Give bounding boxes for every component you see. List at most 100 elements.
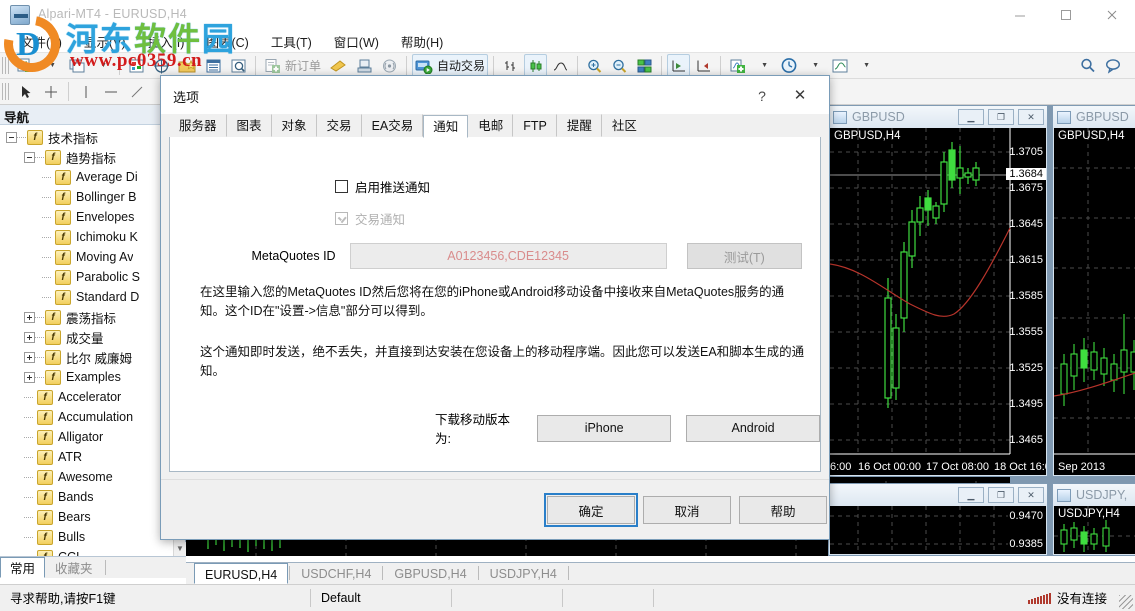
chat-icon[interactable] xyxy=(1102,54,1127,77)
chart-close-icon[interactable]: ✕ xyxy=(1018,487,1044,503)
templates-icon[interactable] xyxy=(828,54,852,77)
navigator-tree-item[interactable]: f Moving Av xyxy=(0,247,173,267)
metaquotes-id-input[interactable]: A0123456,CDE12345 xyxy=(349,243,667,269)
strategy-tester-icon[interactable] xyxy=(227,54,250,77)
navigator-tree-item[interactable]: fCCI xyxy=(0,547,173,556)
auto-scroll-icon[interactable] xyxy=(667,54,691,77)
chart-window-gbpusd[interactable]: GBPUSD ▁ ❐ ✕ GBPUSD,H4 1.3705 1.3684 1.3… xyxy=(828,105,1048,477)
candlestick-chart-icon[interactable] xyxy=(524,54,548,77)
chart-window-usdchf[interactable]: ▁ ❐ ✕ 0.9470 0.9385 xyxy=(828,483,1048,556)
help-icon[interactable]: ? xyxy=(751,85,773,107)
test-button[interactable]: 测试(T) xyxy=(686,243,802,269)
download-iphone-button[interactable]: iPhone xyxy=(537,414,672,442)
status-profile[interactable]: Default xyxy=(311,585,451,611)
tree-expand-icon[interactable] xyxy=(24,371,35,383)
autotrading-button[interactable]: 自动交易 xyxy=(412,54,489,77)
indicators-icon[interactable] xyxy=(726,54,750,77)
navigator-tree-item[interactable]: f 比尔 威廉姆 xyxy=(0,347,173,367)
crosshair-icon[interactable] xyxy=(39,80,63,103)
navigator-tree-item[interactable]: f 成交量 xyxy=(0,327,173,347)
toolbar-grip-2[interactable] xyxy=(2,81,10,102)
navigator-tree-item[interactable]: f Accumulation xyxy=(0,407,173,427)
dialog-tab-email[interactable]: 电邮 xyxy=(468,114,514,137)
navigator-tree-item[interactable]: f Accelerator xyxy=(0,387,173,407)
enable-push-row[interactable]: 启用推送通知 xyxy=(335,177,430,196)
expert-advisors-icon[interactable] xyxy=(353,54,376,77)
close-icon[interactable] xyxy=(1089,0,1135,30)
chart-canvas-usdchf[interactable]: 0.9470 0.9385 xyxy=(830,506,1046,554)
chart-window-gbpusd-side[interactable]: GBPUSD GBPUSD,H4 Sep 2013 xyxy=(1052,105,1135,477)
navigator-tree-item[interactable]: f Bears xyxy=(0,507,173,527)
dialog-tab-alerts[interactable]: 提醒 xyxy=(556,114,602,137)
menu-item-help[interactable]: 帮助(H) xyxy=(390,30,454,53)
navigator-icon[interactable] xyxy=(175,54,200,77)
chart-shift-icon[interactable] xyxy=(692,54,715,77)
vertical-line-icon[interactable] xyxy=(74,80,97,103)
maximize-icon[interactable] xyxy=(1043,0,1089,30)
chart-restore-icon[interactable]: ❐ xyxy=(988,487,1014,503)
timeframes-icon[interactable] xyxy=(777,54,801,77)
dialog-tab-objects[interactable]: 对象 xyxy=(271,114,317,137)
options-dialog[interactable]: 选项 ? ✕ 服务器 图表 对象 交易 EA交易 通知 电邮 FTP 提醒 社区… xyxy=(160,75,830,540)
navigator-tree-item[interactable]: f 震荡指标 xyxy=(0,307,173,327)
minimize-icon[interactable] xyxy=(997,0,1043,30)
data-window-icon[interactable] xyxy=(150,54,173,77)
metaeditor-icon[interactable] xyxy=(326,54,351,77)
menu-item-file[interactable]: 文件(F) xyxy=(10,30,73,53)
navigator-tree-item[interactable]: f Alligator xyxy=(0,427,173,447)
dialog-tab-community[interactable]: 社区 xyxy=(601,114,646,137)
navigator-tree-item[interactable]: f Ichimoku K xyxy=(0,227,173,247)
dialog-tab-charts[interactable]: 图表 xyxy=(226,114,272,137)
signals-icon[interactable] xyxy=(378,54,401,77)
menu-item-tools[interactable]: 工具(T) xyxy=(260,30,323,53)
chart-tab-eurusd[interactable]: EURUSD,H4 xyxy=(194,563,289,584)
new-order-button[interactable]: 新订单 xyxy=(261,54,324,77)
tree-expand-icon[interactable] xyxy=(24,311,35,323)
navigator-tree-item[interactable]: f Awesome xyxy=(0,467,173,487)
chart-minimize-icon[interactable]: ▁ xyxy=(958,109,984,125)
navigator-tree-item[interactable]: f Parabolic S xyxy=(0,267,173,287)
trendline-icon[interactable] xyxy=(125,80,149,103)
navigator-tab-common[interactable]: 常用 xyxy=(0,557,46,578)
chart-tab-usdchf[interactable]: USDCHF,H4 xyxy=(291,563,381,584)
navigator-tree-item[interactable]: f Average Di xyxy=(0,167,173,187)
enable-push-checkbox[interactable] xyxy=(335,180,348,193)
chart-titlebar-usdjpy[interactable]: USDJPY, xyxy=(1053,484,1135,506)
help-button[interactable]: 帮助 xyxy=(739,496,827,524)
dialog-tab-server[interactable]: 服务器 xyxy=(169,114,227,137)
menu-item-charts[interactable]: 图表(C) xyxy=(195,30,259,53)
dialog-tab-notifications[interactable]: 通知 xyxy=(423,115,469,138)
navigator-tree-item[interactable]: f 趋势指标 xyxy=(0,147,173,167)
download-android-button[interactable]: Android xyxy=(686,414,820,442)
timeframes-dropdown[interactable]: ▼ xyxy=(803,54,826,77)
dialog-close-icon[interactable]: ✕ xyxy=(789,85,811,107)
zoom-out-icon[interactable] xyxy=(608,54,631,77)
templates-dropdown[interactable]: ▼ xyxy=(854,54,877,77)
cursor-icon[interactable] xyxy=(14,80,37,103)
tree-collapse-icon[interactable] xyxy=(24,151,35,163)
dialog-tab-ftp[interactable]: FTP xyxy=(513,114,557,137)
chart-tab-usdjpy[interactable]: USDJPY,H4 xyxy=(480,563,567,584)
search-icon[interactable] xyxy=(1076,54,1100,77)
chart-titlebar-gbpusd[interactable]: GBPUSD ▁ ❐ ✕ xyxy=(829,106,1047,128)
zoom-in-icon[interactable] xyxy=(583,54,606,77)
indicators-dropdown[interactable]: ▼ xyxy=(752,54,775,77)
tile-windows-icon[interactable] xyxy=(633,54,656,77)
navigator-tab-favorites[interactable]: 收藏夹 xyxy=(45,557,103,578)
terminal-icon[interactable] xyxy=(202,54,225,77)
dialog-tab-trade[interactable]: 交易 xyxy=(316,114,362,137)
chart-close-icon[interactable]: ✕ xyxy=(1018,109,1044,125)
chart-canvas-gbpusd[interactable]: GBPUSD,H4 1.3705 1.3684 1.3675 1.3645 1.… xyxy=(830,128,1046,475)
market-watch-icon[interactable] xyxy=(125,54,148,77)
navigator-tree-item[interactable]: f Bollinger B xyxy=(0,187,173,207)
navigator-tree-item[interactable]: f Envelopes xyxy=(0,207,173,227)
navigator-tree-item[interactable]: f 技术指标 xyxy=(0,127,173,147)
horizontal-line-icon[interactable] xyxy=(99,80,123,103)
profiles-icon[interactable] xyxy=(65,54,89,77)
chart-titlebar-usdchf[interactable]: ▁ ❐ ✕ xyxy=(829,484,1047,506)
tree-collapse-icon[interactable] xyxy=(6,131,17,143)
tree-expand-icon[interactable] xyxy=(24,331,35,343)
profiles-dropdown[interactable]: ▼ xyxy=(91,54,114,77)
dialog-tab-expert-advisors[interactable]: EA交易 xyxy=(361,114,424,137)
status-connection[interactable]: 没有连接 xyxy=(1018,585,1135,611)
